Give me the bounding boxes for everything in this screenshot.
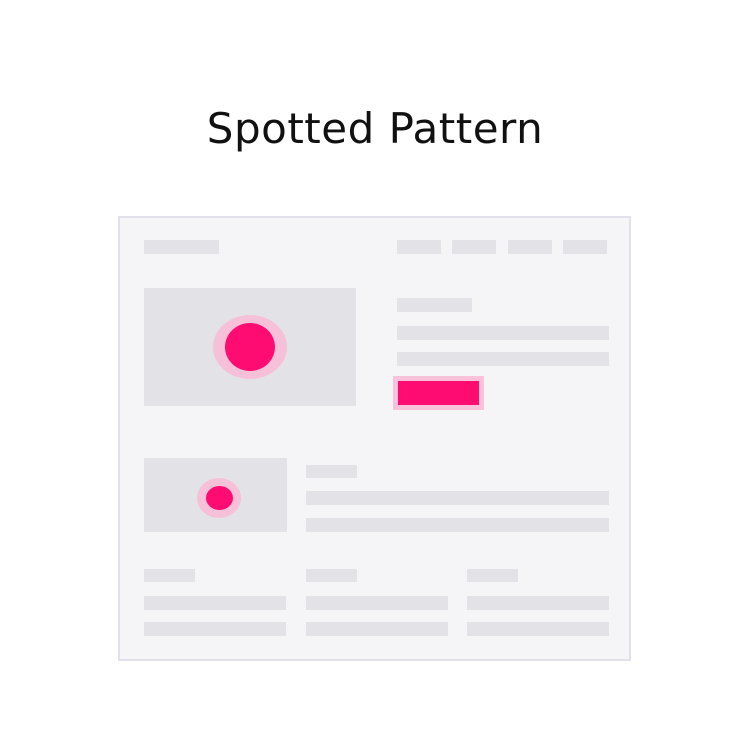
footer-column-line-placeholder [144, 622, 286, 636]
footer-column-line-placeholder [306, 596, 448, 610]
hotspot-core [206, 486, 233, 510]
nav-item-placeholder [452, 240, 496, 254]
secondary-text-line-placeholder [306, 491, 609, 505]
secondary-text-line-placeholder [306, 518, 609, 532]
footer-column-line-placeholder [467, 622, 609, 636]
footer-column-line-placeholder [144, 596, 286, 610]
footer-column-line-placeholder [306, 622, 448, 636]
hotspot-core [225, 323, 275, 371]
diagram-canvas: Spotted Pattern [0, 0, 750, 750]
footer-column-heading-placeholder [467, 569, 518, 582]
secondary-image-placeholder [144, 458, 287, 532]
logo-placeholder [144, 240, 219, 254]
hero-heading-placeholder [397, 298, 472, 312]
hero-text-line-placeholder [397, 352, 609, 366]
secondary-heading-placeholder [306, 465, 357, 478]
footer-column-heading-placeholder [144, 569, 195, 582]
hero-image-hotspot [213, 315, 287, 379]
footer-column-line-placeholder [467, 596, 609, 610]
hero-image-placeholder [144, 288, 356, 406]
nav-item-placeholder [397, 240, 441, 254]
hero-text-line-placeholder [397, 326, 609, 340]
secondary-image-hotspot [197, 478, 241, 518]
cta-button-placeholder [398, 381, 479, 405]
nav-item-placeholder [563, 240, 607, 254]
footer-column-heading-placeholder [306, 569, 357, 582]
wireframe-page [118, 216, 631, 661]
cta-button-hotspot [393, 376, 484, 410]
nav-item-placeholder [508, 240, 552, 254]
diagram-title: Spotted Pattern [206, 104, 544, 153]
